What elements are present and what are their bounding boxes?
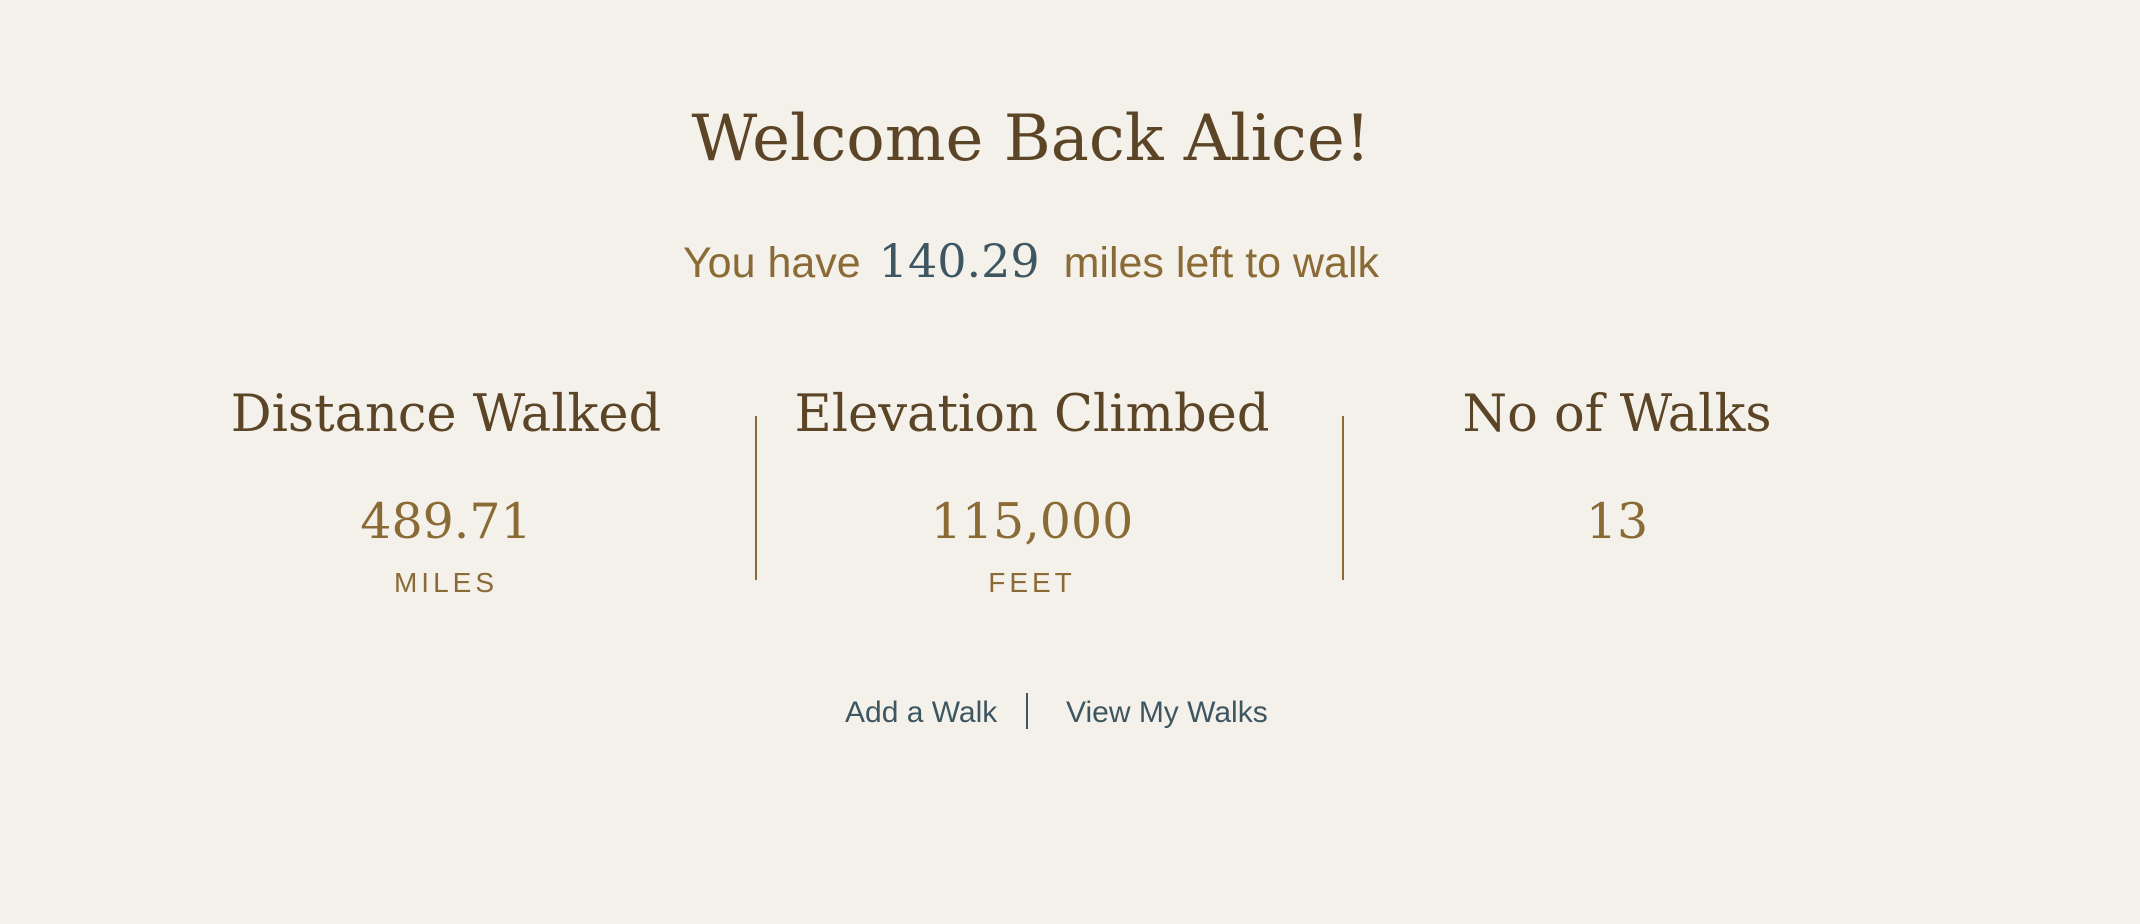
miles-remaining-text: You have 140.29 miles left to walk — [0, 226, 2062, 298]
miles-remaining-prefix: You have — [682, 239, 861, 287]
add-walk-link[interactable]: Add a Walk — [845, 693, 997, 733]
stat-unit: FEET — [988, 567, 1076, 598]
stat-number-of-walks: No of Walks 13 — [1317, 375, 1917, 563]
stat-label: Elevation Climbed — [794, 385, 1270, 444]
welcome-heading: Welcome Back Alice! — [691, 102, 1371, 176]
stat-label: No of Walks — [1462, 385, 1772, 444]
miles-remaining-value: 140.29 — [878, 234, 1040, 288]
stat-value: 489.71 — [360, 493, 532, 550]
stat-value: 13 — [1585, 493, 1649, 550]
miles-remaining-suffix: miles left to walk — [1063, 239, 1380, 287]
link-divider — [1026, 693, 1028, 729]
stat-label: Distance Walked — [230, 385, 662, 444]
view-my-walks-link[interactable]: View My Walks — [1066, 693, 1268, 733]
stat-unit: MILES — [393, 567, 499, 598]
stat-value: 115,000 — [930, 493, 1134, 550]
stat-distance-walked: Distance Walked 489.71 MILES — [146, 375, 746, 603]
stat-elevation-climbed: Elevation Climbed 115,000 FEET — [732, 375, 1332, 603]
